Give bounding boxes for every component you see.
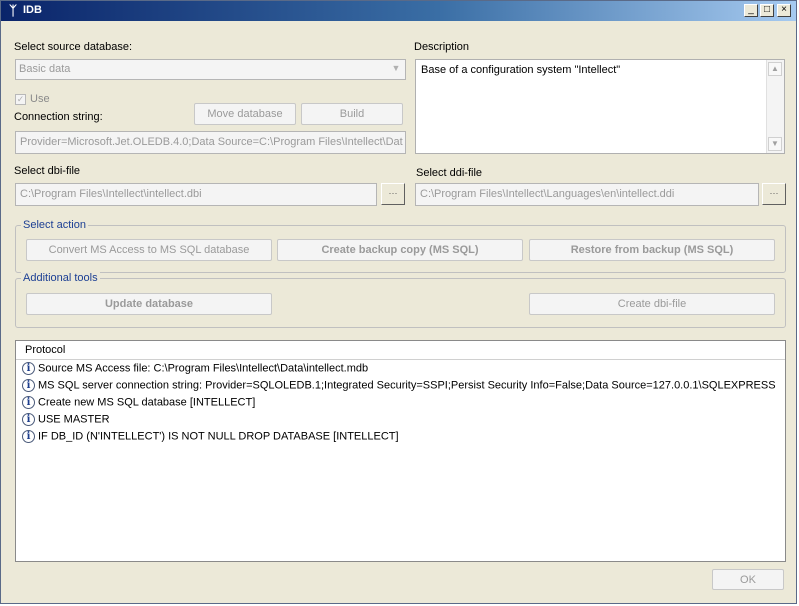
close-button[interactable]: × [777,4,791,17]
list-item[interactable]: i Create new MS SQL database [INTELLECT] [22,396,255,413]
list-item[interactable]: i USE MASTER [22,413,110,430]
list-item[interactable]: i Source MS Access file: C:\Program Files… [22,362,368,379]
protocol-header-label: Protocol [25,344,66,356]
ddi-browse-icon[interactable]: ··· [762,183,786,205]
dbi-browse-icon[interactable]: ··· [381,183,405,205]
description-label: Description [414,41,470,53]
description-text: Base of a configuration system "Intellec… [421,64,621,76]
chevron-down-icon[interactable]: ▼ [389,62,403,75]
log-text: USE MASTER [38,413,110,426]
info-icon: i [22,430,35,443]
log-text: IF DB_ID (N'INTELLECT') IS NOT NULL DROP… [38,430,399,443]
source-database-value: Basic data [19,63,71,75]
minimize-button[interactable]: _ [744,4,758,17]
dbi-file-field[interactable]: C:\Program Files\Intellect\intellect.dbi [15,183,377,206]
dbi-file-label: Select dbi-file [14,165,81,177]
select-action-title: Select action [21,219,88,231]
log-text: Create new MS SQL database [INTELLECT] [38,396,256,409]
maximize-button[interactable]: □ [760,4,774,17]
scroll-up-icon[interactable]: ▲ [768,62,782,76]
info-icon: i [22,379,35,392]
info-icon: i [22,362,35,375]
scroll-down-icon[interactable]: ▼ [768,137,782,151]
create-dbi-file-button[interactable]: Create dbi-file [529,293,775,315]
use-label: Use [30,93,50,105]
use-checkbox[interactable]: ✓ [15,94,26,105]
log-text: Source MS Access file: C:\Program Files\… [38,362,369,375]
ok-button[interactable]: OK [712,569,784,590]
title-bar[interactable]: ᛉ IDB _ □ × [1,1,796,21]
update-database-button[interactable]: Update database [26,293,272,315]
create-backup-button[interactable]: Create backup copy (MS SQL) [277,239,523,261]
info-icon: i [22,413,35,426]
description-scrollbar[interactable]: ▲ ▼ [766,60,784,153]
log-text: MS SQL server connection string: Provide… [38,379,776,392]
connection-string-label: Connection string: [14,111,103,123]
protocol-column-header[interactable]: Protocol [16,341,785,360]
convert-access-button[interactable]: Convert MS Access to MS SQL database [26,239,272,261]
source-database-select[interactable]: Basic data ▼ [15,59,406,80]
additional-tools-title: Additional tools [21,272,100,284]
restore-backup-button[interactable]: Restore from backup (MS SQL) [529,239,775,261]
ddi-file-label: Select ddi-file [416,167,483,179]
window-title: IDB [23,4,42,16]
source-database-label: Select source database: [14,41,133,53]
idb-window: ᛉ IDB _ □ × Select source database: Basi… [0,0,797,604]
list-item[interactable]: i IF DB_ID (N'INTELLECT') IS NOT NULL DRO… [22,430,399,447]
app-icon: ᛉ [9,3,17,18]
info-icon: i [22,396,35,409]
build-button[interactable]: Build [301,103,403,125]
move-database-button[interactable]: Move database [194,103,296,125]
list-item[interactable]: i MS SQL server connection string: Provid… [22,379,776,396]
protocol-list[interactable]: Protocol i Source MS Access file: C:\Prog… [15,340,786,562]
description-box[interactable]: Base of a configuration system "Intellec… [415,59,785,154]
ddi-file-field[interactable]: C:\Program Files\Intellect\Languages\en\… [415,183,759,206]
connection-string-field[interactable]: Provider=Microsoft.Jet.OLEDB.4.0;Data So… [15,131,406,154]
